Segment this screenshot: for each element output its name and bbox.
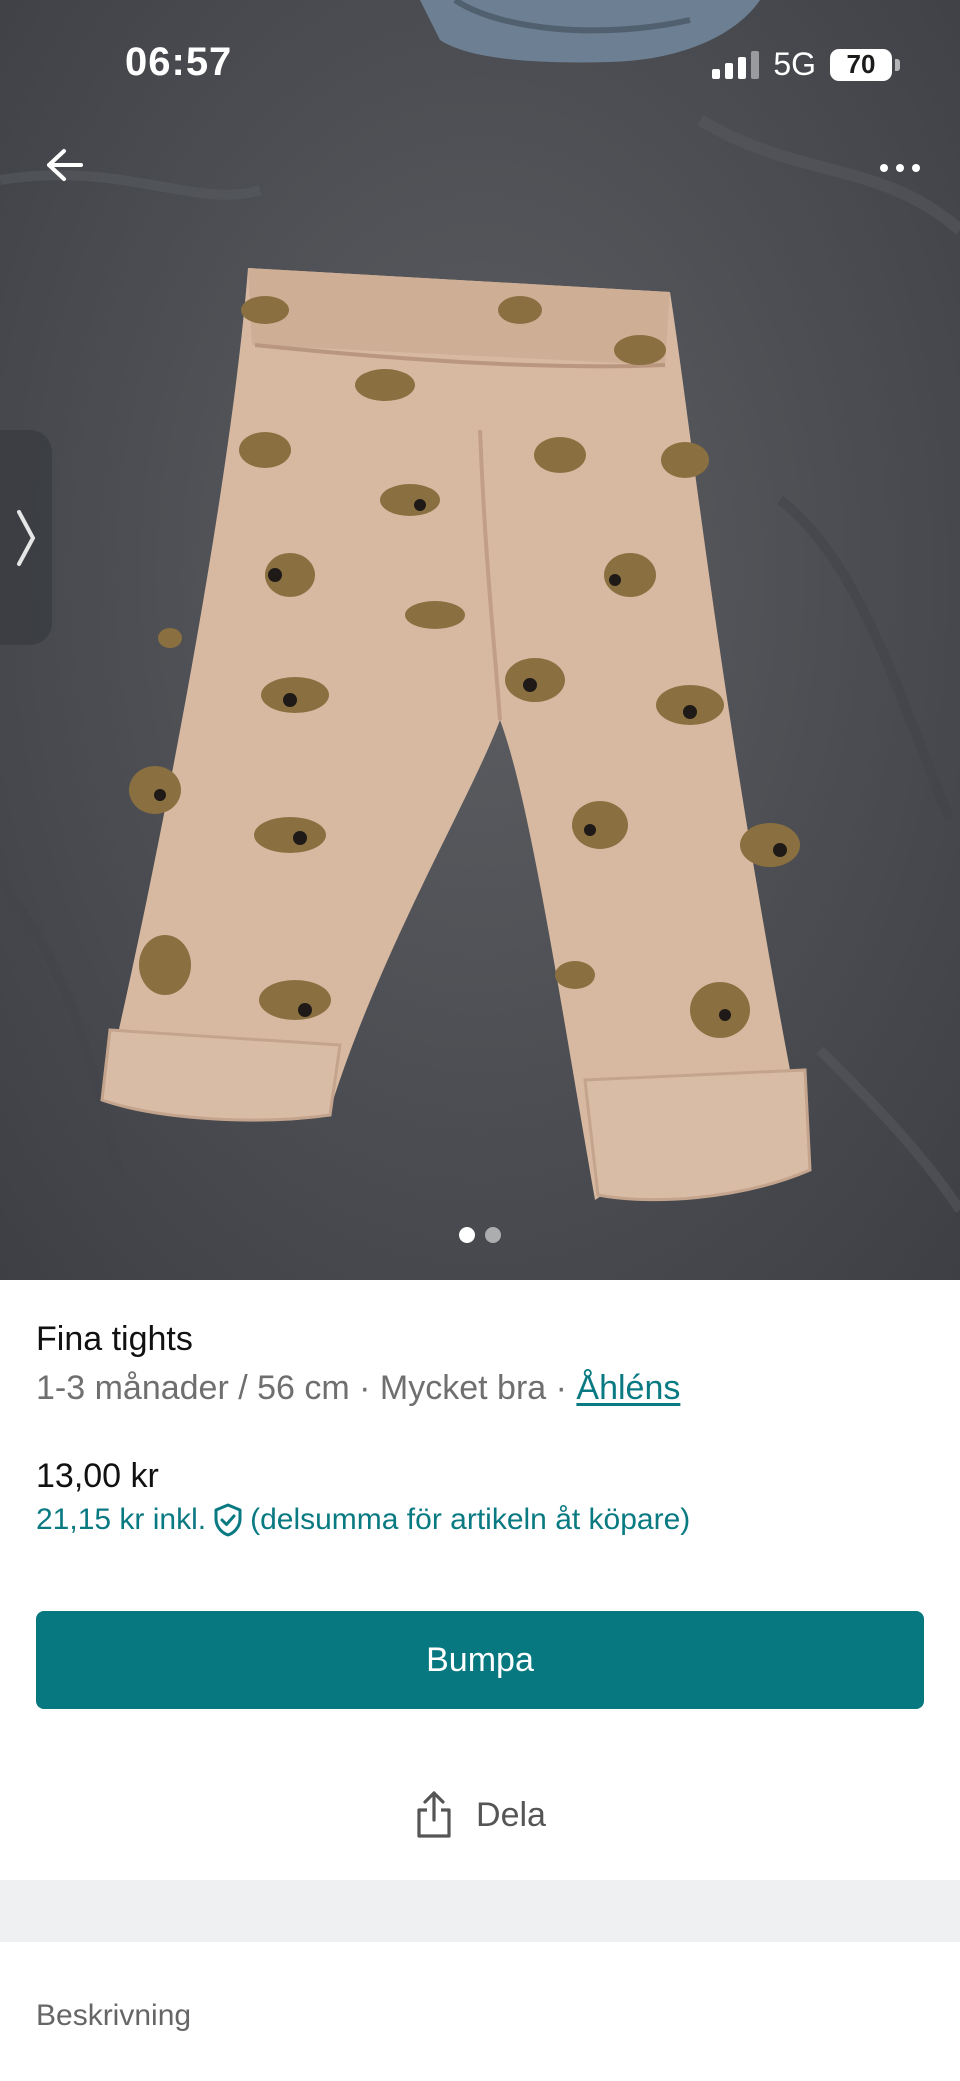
side-drawer-tab[interactable]	[0, 430, 52, 645]
signal-icon	[712, 50, 760, 79]
item-brand-link[interactable]: Åhléns	[576, 1369, 680, 1407]
gallery-pagination	[0, 1227, 960, 1243]
more-options-button[interactable]	[870, 145, 930, 190]
battery-level: 70	[830, 48, 892, 81]
price-incl-note: (delsumma för artikeln åt köpare)	[250, 1503, 691, 1536]
arrow-left-icon	[47, 149, 83, 181]
back-button[interactable]	[36, 140, 92, 190]
gallery-dot[interactable]	[485, 1227, 501, 1243]
price-incl-amount: 21,15 kr inkl.	[36, 1503, 207, 1536]
share-icon	[417, 1791, 451, 1838]
status-time: 06:57	[125, 40, 233, 84]
item-size-condition: 1-3 månader / 56 cm · Mycket bra ·	[36, 1369, 577, 1407]
item-price: 13,00 kr	[36, 1457, 159, 1495]
description-heading: Beskrivning	[36, 1999, 192, 2032]
share-button[interactable]: Dela	[0, 1770, 960, 1860]
item-photo-image	[0, 0, 960, 1213]
gallery-dot-active[interactable]	[459, 1227, 475, 1243]
item-details: 1-3 månader / 56 cm · Mycket bra · Åhlén…	[36, 1369, 680, 1408]
more-horizontal-icon	[880, 163, 888, 172]
battery-icon: 70	[830, 48, 900, 81]
chevron-right-icon	[17, 509, 36, 566]
item-title: Fina tights	[36, 1320, 193, 1358]
bump-button[interactable]: Bumpa	[36, 1611, 924, 1709]
item-photo[interactable]: 06:57 5G 70	[0, 0, 960, 1280]
price-with-protection[interactable]: 21,15 kr inkl. (delsumma för artikeln åt…	[36, 1502, 690, 1538]
network-type: 5G	[773, 46, 816, 82]
shield-check-icon	[214, 1503, 242, 1537]
section-divider	[0, 1880, 960, 1942]
share-label: Dela	[476, 1795, 546, 1834]
status-indicators: 5G 70	[712, 46, 900, 83]
